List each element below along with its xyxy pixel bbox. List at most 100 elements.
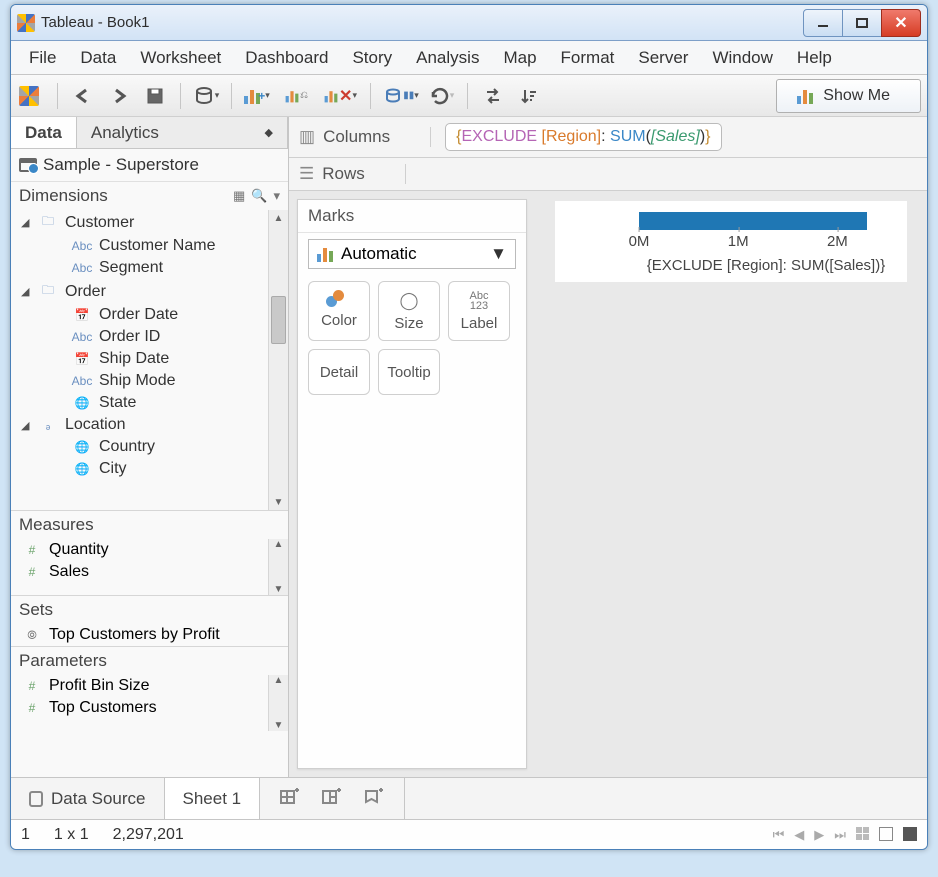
view-slideshow-icon[interactable] bbox=[879, 827, 893, 841]
field-state[interactable]: 🌐State bbox=[11, 392, 288, 414]
scroll-down-icon[interactable]: ▼ bbox=[274, 584, 284, 595]
menu-format[interactable]: Format bbox=[549, 44, 627, 72]
bar-mark[interactable] bbox=[639, 212, 867, 230]
field-sales[interactable]: #Sales bbox=[11, 561, 288, 583]
field-ship-mode[interactable]: AbcShip Mode bbox=[11, 370, 288, 392]
field-quantity[interactable]: #Quantity bbox=[11, 539, 288, 561]
scroll-up-icon[interactable]: ▲ bbox=[274, 675, 284, 686]
tab-data[interactable]: Data bbox=[11, 117, 77, 148]
sort-asc-button[interactable] bbox=[514, 81, 544, 111]
scroll-up-icon[interactable]: ▲ bbox=[269, 210, 288, 226]
tree-folder-order[interactable]: ◢🗀Order bbox=[11, 279, 288, 304]
marks-size-button[interactable]: ◯Size bbox=[378, 281, 440, 341]
chart-bar[interactable] bbox=[569, 211, 893, 231]
param-top-customers[interactable]: #Top Customers bbox=[11, 697, 288, 719]
menu-worksheet[interactable]: Worksheet bbox=[128, 44, 233, 72]
field-country[interactable]: 🌐Country bbox=[11, 436, 288, 458]
dimensions-tools: ▦ 🔍 ▾ bbox=[233, 188, 280, 204]
view-presentation-icon[interactable] bbox=[903, 827, 917, 841]
menu-window[interactable]: Window bbox=[700, 44, 784, 72]
swap-button[interactable] bbox=[478, 81, 508, 111]
undo-button[interactable] bbox=[68, 81, 98, 111]
field-order-date[interactable]: 📅Order Date bbox=[11, 304, 288, 326]
work-body: Marks Automatic ▼ Color ◯Size Abc 123Lab… bbox=[289, 191, 927, 777]
status-dims: 1 x 1 bbox=[54, 826, 89, 844]
tab-sheet-1[interactable]: Sheet 1 bbox=[165, 778, 261, 819]
nav-last-icon[interactable]: ⏭ bbox=[834, 827, 846, 843]
new-worksheet-button[interactable]: +▾ bbox=[242, 81, 272, 111]
text-type-icon: Abc bbox=[69, 239, 95, 253]
marks-detail-button[interactable]: Detail bbox=[308, 349, 370, 395]
field-order-id[interactable]: AbcOrder ID bbox=[11, 326, 288, 348]
text-type-icon: Abc bbox=[69, 330, 95, 344]
field-customer-name[interactable]: AbcCustomer Name bbox=[11, 235, 288, 257]
tree-folder-customer[interactable]: ◢🗀Customer bbox=[11, 210, 288, 235]
hierarchy-icon: ₔ bbox=[35, 418, 61, 432]
datasource-row[interactable]: Sample - Superstore bbox=[11, 149, 288, 182]
auto-updates-button[interactable]: ▮▮▾ bbox=[381, 81, 421, 111]
columns-shelf[interactable]: ▥ Columns {EXCLUDE [Region]: SUM([Sales]… bbox=[289, 117, 927, 158]
nav-prev-icon[interactable]: ◀ bbox=[794, 827, 804, 843]
menu-bar: File Data Worksheet Dashboard Story Anal… bbox=[11, 41, 927, 75]
new-datasource-button[interactable]: ▾ bbox=[191, 81, 221, 111]
columns-shelf-tab: ▥ Columns bbox=[299, 127, 431, 147]
tableau-start-icon[interactable] bbox=[17, 81, 47, 111]
dropdown-icon[interactable]: ▾ bbox=[273, 188, 280, 204]
title-bar[interactable]: Tableau - Book1 ✕ bbox=[11, 5, 927, 41]
duplicate-sheet-button[interactable]: ⎌ bbox=[278, 81, 314, 111]
view-list-icon[interactable]: ▦ bbox=[233, 188, 245, 204]
menu-map[interactable]: Map bbox=[491, 44, 548, 72]
close-button[interactable]: ✕ bbox=[881, 9, 921, 37]
measures-header: Measures bbox=[11, 510, 288, 539]
scrollbar[interactable]: ▲ ▼ bbox=[268, 210, 288, 510]
field-city[interactable]: 🌐City bbox=[11, 458, 288, 480]
scroll-up-icon[interactable]: ▲ bbox=[274, 539, 284, 550]
new-story-icon[interactable] bbox=[364, 787, 384, 810]
number-type-icon: # bbox=[19, 679, 45, 693]
scrollbar[interactable]: ▲▼ bbox=[268, 539, 288, 595]
field-ship-date[interactable]: 📅Ship Date bbox=[11, 348, 288, 370]
maximize-button[interactable] bbox=[842, 9, 882, 37]
new-worksheet-icon[interactable] bbox=[280, 787, 300, 810]
menu-analysis[interactable]: Analysis bbox=[404, 44, 491, 72]
marks-tooltip-button[interactable]: Tooltip bbox=[378, 349, 440, 395]
scroll-thumb[interactable] bbox=[271, 296, 286, 344]
columns-pill[interactable]: {EXCLUDE [Region]: SUM([Sales])} bbox=[445, 123, 721, 151]
scroll-down-icon[interactable]: ▼ bbox=[269, 494, 288, 510]
clear-sheet-button[interactable]: ✕▾ bbox=[320, 81, 360, 111]
marks-color-button[interactable]: Color bbox=[308, 281, 370, 341]
tab-analytics[interactable]: Analytics◆ bbox=[77, 117, 288, 148]
save-button[interactable] bbox=[140, 81, 170, 111]
rows-shelf[interactable]: ☰ Rows bbox=[289, 158, 927, 191]
scroll-down-icon[interactable]: ▼ bbox=[274, 720, 284, 731]
tab-data-source[interactable]: Data Source bbox=[11, 778, 165, 819]
nav-next-icon[interactable]: ▶ bbox=[814, 827, 824, 843]
visualization-pane[interactable]: 0M 1M 2M {EXCLUDE [Region]: SUM([Sales])… bbox=[535, 191, 927, 777]
minimize-button[interactable] bbox=[803, 9, 843, 37]
left-panel: Data Analytics◆ Sample - Superstore Dime… bbox=[11, 117, 289, 777]
marks-type-dropdown[interactable]: Automatic ▼ bbox=[308, 239, 516, 269]
menu-story[interactable]: Story bbox=[340, 44, 404, 72]
new-dashboard-icon[interactable] bbox=[322, 787, 342, 810]
menu-file[interactable]: File bbox=[17, 44, 68, 72]
menu-server[interactable]: Server bbox=[626, 44, 700, 72]
scrollbar[interactable]: ▲▼ bbox=[268, 675, 288, 731]
param-profit-bin-size[interactable]: #Profit Bin Size bbox=[11, 675, 288, 697]
search-icon[interactable]: 🔍 bbox=[251, 188, 267, 204]
marks-label-button[interactable]: Abc 123Label bbox=[448, 281, 510, 341]
menu-data[interactable]: Data bbox=[68, 44, 128, 72]
tree-hierarchy-location[interactable]: ◢ₔLocation bbox=[11, 414, 288, 436]
menu-dashboard[interactable]: Dashboard bbox=[233, 44, 340, 72]
redo-button[interactable] bbox=[104, 81, 134, 111]
tab-analytics-label: Analytics bbox=[91, 123, 159, 143]
axis-tick: 0M bbox=[629, 233, 650, 250]
field-segment[interactable]: AbcSegment bbox=[11, 257, 288, 279]
set-top-customers[interactable]: ⦾Top Customers by Profit bbox=[11, 624, 288, 646]
marks-card: Marks Automatic ▼ Color ◯Size Abc 123Lab… bbox=[297, 199, 527, 769]
menu-help[interactable]: Help bbox=[785, 44, 844, 72]
view-grid-icon[interactable] bbox=[856, 827, 869, 843]
nav-first-icon[interactable]: ⏮ bbox=[773, 827, 785, 843]
run-update-button[interactable]: ▾ bbox=[427, 81, 457, 111]
show-me-button[interactable]: Show Me bbox=[776, 79, 921, 113]
bar-chart-icon bbox=[797, 88, 813, 104]
